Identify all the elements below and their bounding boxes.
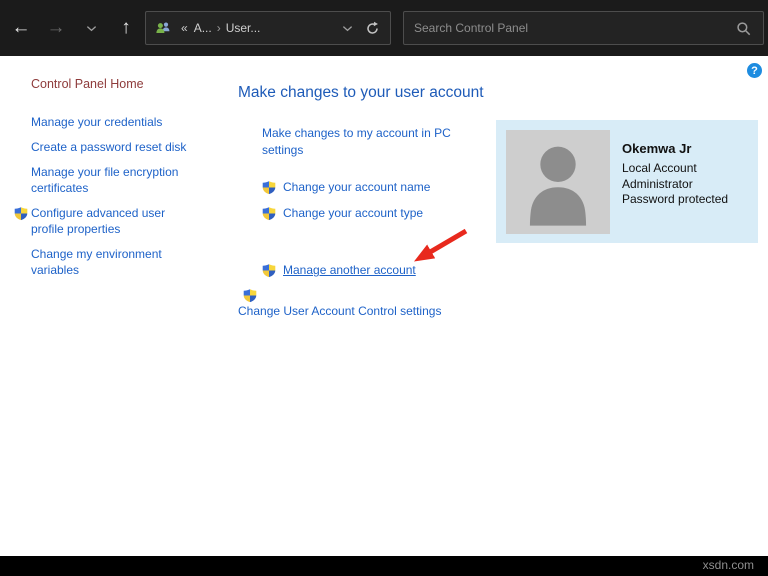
breadcrumb-overflow[interactable]: «	[178, 21, 191, 35]
help-button[interactable]: ?	[747, 63, 762, 78]
back-button[interactable]: ←	[6, 12, 36, 44]
sidebar-item-environment-variables[interactable]: Change my environment variables	[0, 246, 226, 278]
sidebar-item-label: Configure advanced user profile properti…	[31, 206, 166, 236]
chevron-down-icon	[86, 25, 97, 32]
account-name: Okemwa Jr	[622, 141, 692, 156]
up-button[interactable]: ↑	[111, 12, 141, 44]
link-label: Change your account type	[283, 206, 424, 220]
sidebar-item-password-reset-disk[interactable]: Create a password reset disk	[0, 139, 226, 155]
uac-shield-icon	[262, 263, 276, 278]
content-area: Control Panel Home Manage your credentia…	[0, 56, 768, 556]
sidebar-item-manage-credentials[interactable]: Manage your credentials	[0, 114, 226, 130]
sidebar-item-encryption-certificates[interactable]: Manage your file encryption certificates	[0, 164, 226, 196]
uac-shield-icon	[14, 206, 28, 221]
sidebar-control-panel-home[interactable]: Control Panel Home	[31, 76, 226, 92]
uac-shield-icon	[262, 206, 276, 221]
user-accounts-icon	[155, 20, 171, 36]
sidebar-item-label: Change my environment variables	[31, 247, 162, 277]
up-icon: ↑	[121, 17, 131, 38]
search-input[interactable]	[404, 12, 736, 44]
sidebar-icon-slot	[14, 246, 31, 278]
sidebar-task-list: Manage your credentials Create a passwor…	[0, 114, 226, 278]
breadcrumb-root[interactable]: A...	[191, 21, 215, 35]
sidebar-item-advanced-user-profile[interactable]: Configure advanced user profile properti…	[0, 205, 226, 237]
recent-locations-button[interactable]	[76, 12, 106, 44]
uac-shield-icon	[262, 180, 276, 195]
link-manage-another-account[interactable]: Manage another account	[262, 262, 768, 278]
breadcrumb-current[interactable]: User...	[223, 21, 264, 35]
main-panel: ? Make changes to your user account Make…	[226, 56, 768, 556]
sidebar-icon-slot	[14, 114, 31, 130]
account-type: Local Account	[622, 161, 697, 175]
account-password-status: Password protected	[622, 192, 729, 206]
control-panel-window: ← → ↑ « A... › User... Search Control Pa…	[0, 0, 768, 576]
sidebar-icon-slot	[14, 139, 31, 155]
sidebar-icon-slot	[14, 164, 31, 196]
link-label: Change your account name	[283, 180, 431, 194]
avatar	[506, 130, 610, 234]
address-bar[interactable]: « A... › User...	[145, 11, 391, 45]
search-icon[interactable]	[736, 21, 751, 36]
account-role: Administrator	[622, 176, 693, 191]
link-label: Manage another account	[283, 263, 416, 277]
account-details: Okemwa Jr Local Account Administrator Pa…	[622, 141, 728, 208]
page-title: Make changes to your user account	[238, 84, 484, 101]
refresh-icon[interactable]	[365, 21, 380, 36]
sidebar-item-label: Manage your file encryption certificates	[31, 165, 179, 195]
forward-button[interactable]: →	[41, 12, 71, 44]
search-box	[403, 11, 764, 45]
task-pane: Control Panel Home Manage your credentia…	[0, 56, 226, 556]
nav-buttons: ← → ↑	[6, 12, 141, 44]
sidebar-item-label: Manage your credentials	[31, 115, 163, 129]
user-silhouette-icon	[506, 130, 610, 234]
forward-icon: →	[46, 17, 66, 38]
sidebar-item-label: Create a password reset disk	[31, 140, 187, 154]
back-icon: ←	[11, 17, 31, 38]
uac-shield-icon	[243, 288, 257, 303]
watermark: xsdn.com	[702, 558, 754, 572]
user-account-summary: Okemwa Jr Local Account Administrator Pa…	[496, 120, 758, 243]
explorer-toolbar: ← → ↑ « A... › User...	[0, 0, 768, 56]
address-dropdown-icon[interactable]	[342, 25, 353, 32]
link-pc-settings[interactable]: Make changes to my account in PC setting…	[262, 125, 472, 159]
link-uac-settings[interactable]: Change User Account Control settings	[238, 288, 768, 319]
link-label: Change User Account Control settings	[238, 304, 442, 318]
sidebar-icon-slot	[14, 205, 31, 237]
breadcrumb-separator: ›	[216, 21, 221, 35]
